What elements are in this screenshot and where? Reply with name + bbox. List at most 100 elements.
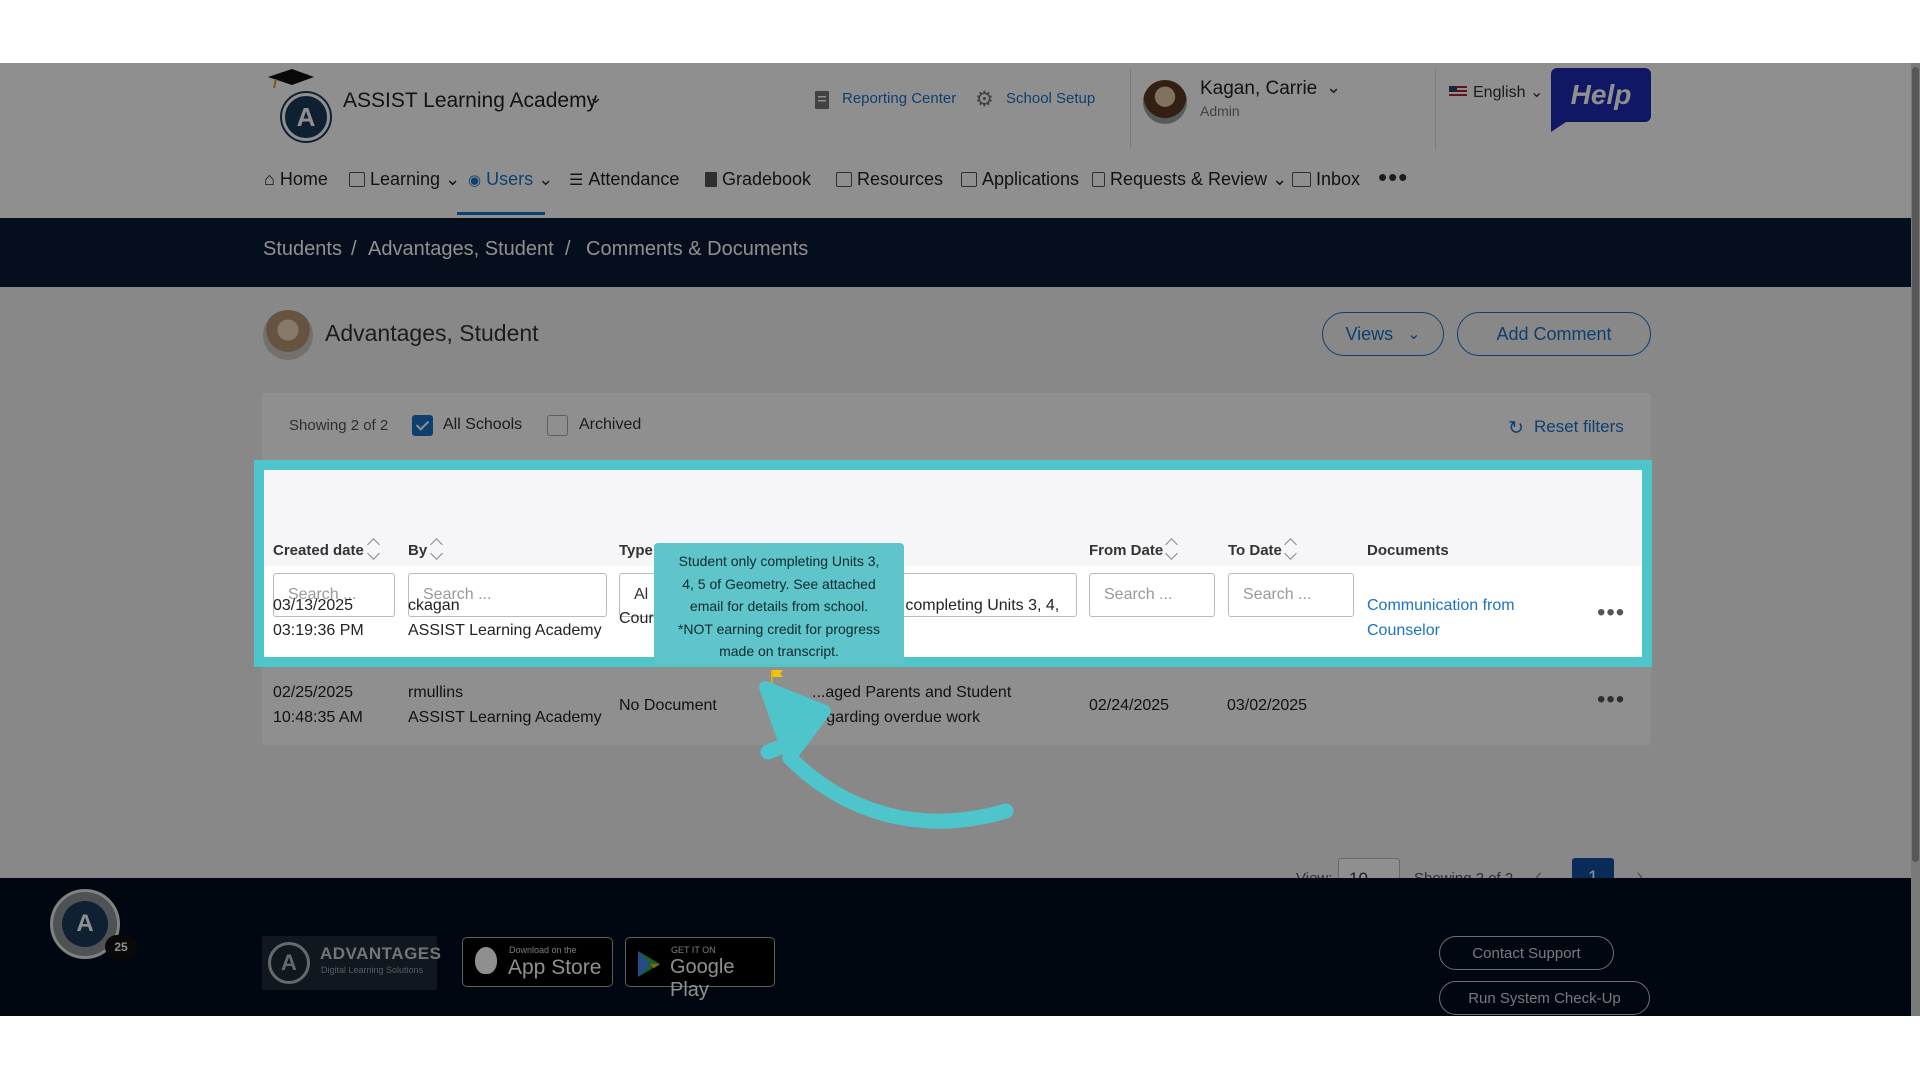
- row2-actions-icon[interactable]: •••: [1597, 686, 1625, 714]
- app-store-small-text: Download on the: [509, 945, 577, 955]
- active-tab-indicator: [457, 212, 545, 215]
- col-type[interactable]: Type: [619, 542, 653, 559]
- chevron-down-icon: ⌄: [538, 169, 554, 189]
- row2-by: rmullins ASSIST Learning Academy: [408, 680, 602, 730]
- archived-label[interactable]: Archived: [579, 416, 641, 434]
- user-circle-icon: ◉: [468, 171, 482, 189]
- archived-checkbox[interactable]: [547, 415, 568, 436]
- all-schools-label[interactable]: All Schools: [443, 416, 522, 434]
- chevron-down-icon: ⌄: [1529, 84, 1544, 101]
- row2-user: rmullins: [408, 684, 464, 701]
- to-date-search[interactable]: Search ...: [1228, 573, 1354, 617]
- row2-date: 02/25/2025 10:48:35 AM: [273, 680, 363, 730]
- breadcrumb: Students / Advantages, Student / Comment…: [0, 218, 1920, 287]
- document-icon: [815, 91, 829, 109]
- tooltip-line: Student only completing Units 3,: [678, 553, 880, 569]
- row2-type: No Document: [619, 697, 717, 714]
- add-comment-button[interactable]: Add Comment: [1457, 312, 1651, 356]
- google-play-small-text: GET IT ON: [671, 945, 716, 955]
- language-selector[interactable]: English ⌄: [1473, 82, 1543, 102]
- nav-home[interactable]: ⌂ Home: [264, 169, 328, 190]
- row2-date-value: 02/25/2025: [273, 684, 354, 701]
- row1-school: ASSIST Learning Academy: [408, 622, 602, 639]
- app-viewport: A ASSIST Learning Academy ⌄ Reporting Ce…: [0, 63, 1920, 1016]
- sort-icon[interactable]: [431, 537, 443, 563]
- nav-users-label: Users: [486, 169, 534, 189]
- nav-inbox[interactable]: Inbox: [1292, 169, 1360, 190]
- nav-learning[interactable]: Learning ⌄: [349, 169, 460, 190]
- breadcrumb-current: Comments & Documents: [586, 238, 809, 260]
- book-icon: [705, 172, 717, 187]
- sort-icon[interactable]: [368, 537, 380, 563]
- more-nav-icon[interactable]: •••: [1378, 162, 1408, 193]
- reset-filters-link[interactable]: Reset filters: [1534, 417, 1624, 437]
- google-play-button[interactable]: GET IT ON Google Play: [625, 937, 775, 1001]
- col-by[interactable]: By: [408, 542, 427, 559]
- scrollbar-thumb[interactable]: [1912, 67, 1919, 862]
- us-flag-icon: [1449, 86, 1467, 98]
- breadcrumb-student[interactable]: Advantages, Student: [368, 238, 554, 261]
- showing-count: Showing 2 of 2: [289, 417, 389, 434]
- help-bubble-tail: [1551, 120, 1569, 132]
- row2-from-date: 02/24/2025: [1089, 697, 1170, 714]
- col-created-date[interactable]: Created date: [273, 542, 364, 559]
- row1-user: ckagan: [408, 597, 460, 614]
- top-header: A ASSIST Learning Academy ⌄ Reporting Ce…: [0, 63, 1920, 218]
- divider: [1435, 69, 1436, 149]
- help-button[interactable]: Help: [1551, 68, 1651, 122]
- row2-to-date: 03/02/2025: [1227, 697, 1308, 714]
- row2-comment-line2: regarding overdue work: [812, 709, 981, 726]
- row2-comment-line1: ...aged Parents and Student: [812, 684, 1012, 701]
- tooltip-line: email for details from school.: [689, 598, 869, 614]
- nav-resources-label: Resources: [857, 169, 944, 189]
- chevron-down-icon: ⌄: [1272, 169, 1288, 189]
- tooltip-line: 4, 5 of Geometry. See attached: [682, 575, 876, 592]
- app-store-button[interactable]: Download on the App Store: [462, 937, 613, 987]
- user-avatar[interactable]: [1143, 80, 1187, 124]
- col-documents: Documents: [1367, 542, 1449, 559]
- nav-requests-review[interactable]: Requests & Review ⌄: [1092, 169, 1287, 190]
- app-logo-icon: A: [62, 901, 108, 947]
- nav-inbox-label: Inbox: [1316, 169, 1361, 189]
- flag-icon[interactable]: [771, 670, 783, 684]
- user-name[interactable]: Kagan, Carrie: [1200, 78, 1317, 100]
- sort-icon[interactable]: [1166, 537, 1178, 563]
- nav-attendance[interactable]: ☰ Attendance: [569, 169, 679, 190]
- gear-icon: ⚙: [975, 88, 994, 111]
- contact-support-button[interactable]: Contact Support: [1439, 936, 1614, 970]
- row1-date: 03/13/2025 03:19:36 PM: [273, 593, 364, 643]
- document-link-line2: Counselor: [1367, 622, 1440, 639]
- row1-actions-icon[interactable]: •••: [1597, 599, 1625, 627]
- comment-tooltip: Student only completing Units 3, 4, 5 of…: [654, 543, 904, 664]
- tooltip-line: *NOT earning credit for progress: [677, 620, 881, 637]
- nav-applications[interactable]: Applications: [961, 169, 1079, 190]
- views-label: Views: [1345, 323, 1394, 344]
- all-schools-checkbox[interactable]: [412, 415, 433, 436]
- nav-users[interactable]: ◉ Users ⌄: [468, 169, 553, 190]
- from-date-search[interactable]: Search ...: [1089, 573, 1215, 617]
- school-logo[interactable]: A: [282, 93, 330, 141]
- views-button[interactable]: Views ⌄: [1322, 312, 1444, 356]
- school-name[interactable]: ASSIST Learning Academy: [343, 89, 597, 113]
- graduation-cap-icon: [268, 69, 314, 89]
- document-link[interactable]: Communication from Counselor: [1367, 593, 1515, 643]
- nav-gradebook[interactable]: Gradebook: [705, 169, 811, 190]
- reporting-center-link[interactable]: Reporting Center: [842, 90, 956, 107]
- nav-attendance-label: Attendance: [588, 169, 680, 189]
- badge-count: 25: [105, 935, 137, 959]
- row2-time-value: 10:48:35 AM: [273, 709, 363, 726]
- chevron-down-icon[interactable]: ⌄: [1326, 77, 1341, 98]
- chevron-down-icon: ⌄: [445, 169, 461, 189]
- row1-by: ckagan ASSIST Learning Academy: [408, 593, 602, 643]
- col-to-date[interactable]: To Date: [1228, 542, 1282, 559]
- sort-icon[interactable]: [1285, 537, 1297, 563]
- school-setup-link[interactable]: School Setup: [1006, 90, 1095, 107]
- google-play-text: Google Play: [670, 956, 735, 1001]
- chevron-down-icon[interactable]: ⌄: [588, 87, 603, 108]
- nav-resources[interactable]: Resources: [836, 169, 943, 190]
- reset-icon[interactable]: ↻: [1508, 417, 1524, 440]
- row2-comment[interactable]: ...aged Parents and Student regarding ove…: [812, 680, 1011, 730]
- breadcrumb-students[interactable]: Students: [263, 238, 342, 261]
- system-check-button[interactable]: Run System Check-Up: [1439, 981, 1650, 1015]
- col-from-date[interactable]: From Date: [1089, 542, 1163, 559]
